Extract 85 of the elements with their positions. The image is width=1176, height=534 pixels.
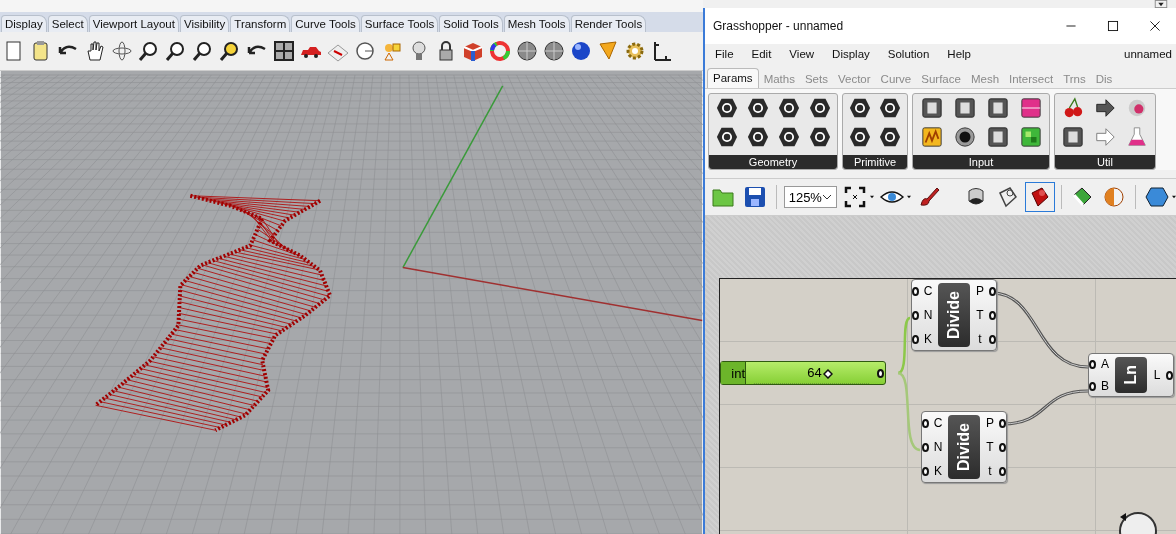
component-node[interactable]: A B Ln L <box>1088 353 1174 397</box>
component-name: Divide <box>938 283 970 347</box>
ribbon-tab[interactable]: Params <box>707 68 759 88</box>
window-title: Grasshopper - unnamed <box>712 19 845 33</box>
input-label: K <box>933 464 943 478</box>
arrow-outline-icon[interactable] <box>1094 125 1116 148</box>
input-label: C <box>922 284 934 298</box>
component-node[interactable]: C N K Divide P T t <box>911 279 997 351</box>
arrow-icon[interactable] <box>1094 97 1116 119</box>
knob-icon[interactable] <box>953 125 976 148</box>
sphere-icon[interactable] <box>569 39 593 63</box>
component-name: Ln <box>1115 357 1147 393</box>
chevron-icon[interactable] <box>821 194 832 200</box>
toolbar-tab[interactable]: Render Tools <box>570 15 647 32</box>
sphere-icon[interactable] <box>515 39 539 63</box>
output-label: T <box>975 308 985 322</box>
output-port[interactable] <box>877 368 884 378</box>
caret-icon[interactable] <box>869 195 874 199</box>
component-name: Divide <box>948 415 980 479</box>
circle-point-icon[interactable] <box>353 39 377 63</box>
menu-item[interactable]: Help <box>947 48 971 60</box>
menu-item[interactable]: Edit <box>751 48 772 60</box>
toolbar-tab[interactable]: Solid Tools <box>439 15 503 32</box>
input-port[interactable] <box>922 418 929 428</box>
output-port[interactable] <box>989 286 996 296</box>
swatch-icon[interactable] <box>1019 125 1042 148</box>
menu-item[interactable]: Solution <box>887 48 930 60</box>
number-slider[interactable]: int 64 <box>720 361 886 385</box>
toolbar-tab[interactable]: Visibility <box>179 15 230 32</box>
toolbar-tab[interactable]: Mesh Tools <box>503 15 570 32</box>
output-port[interactable] <box>999 418 1006 428</box>
solid-preview-icon[interactable] <box>1025 183 1054 211</box>
panel-label[interactable]: Geometry <box>709 155 837 169</box>
toolbar-tab[interactable]: Viewport Layout <box>88 15 179 32</box>
output-label: T <box>985 440 995 454</box>
output-port[interactable] <box>999 466 1006 476</box>
input-label: K <box>923 332 933 346</box>
input-label: B <box>1100 379 1110 393</box>
output-label: L <box>1152 368 1162 382</box>
output-port[interactable] <box>1166 370 1173 380</box>
output-port[interactable] <box>999 442 1006 452</box>
toolbar-tab[interactable]: Transform <box>230 15 291 32</box>
panel-label[interactable]: Input <box>913 155 1049 169</box>
orbit-icon[interactable] <box>110 39 134 63</box>
input-port[interactable] <box>912 334 919 344</box>
document-name: unnamed <box>1124 48 1172 60</box>
circle-hexagon-icon[interactable] <box>746 97 769 119</box>
toolbar-tab[interactable]: Display <box>1 15 47 32</box>
slider-grip[interactable] <box>822 369 833 379</box>
output-label: P <box>985 416 995 430</box>
input-port[interactable] <box>922 466 929 476</box>
component-node[interactable]: C N K Divide P T t <box>921 411 1007 483</box>
input-port[interactable] <box>1089 359 1096 369</box>
input-label: N <box>932 440 944 454</box>
toolbar-tab[interactable]: Curve Tools <box>291 15 360 32</box>
cherry-icon[interactable] <box>1062 97 1084 119</box>
panel-label[interactable]: Util <box>1055 155 1155 169</box>
output-label: P <box>975 284 985 298</box>
sphere-icon[interactable] <box>542 39 566 63</box>
graph-icon[interactable] <box>920 125 943 148</box>
zoom-dropdown[interactable]: 125% <box>783 186 837 208</box>
node-canvas[interactable]: int 64 C N K Divide P T t C N K Divide P T t A B Ln L <box>719 278 1176 534</box>
menu-item[interactable]: View <box>789 48 815 60</box>
panel-label[interactable]: Primitive <box>843 155 907 169</box>
input-port[interactable] <box>922 442 929 452</box>
flask-icon[interactable] <box>1126 125 1148 148</box>
caret-icon[interactable] <box>906 195 911 199</box>
input-label: A <box>1100 357 1110 371</box>
input-label: N <box>922 308 934 322</box>
input-port[interactable] <box>912 286 919 296</box>
four-viewports-icon[interactable] <box>272 39 296 63</box>
output-port[interactable] <box>989 310 996 320</box>
color-wheel-icon[interactable] <box>488 39 512 63</box>
toolbar-tab[interactable]: Surface Tools <box>360 15 439 32</box>
output-port[interactable] <box>989 334 996 344</box>
input-port[interactable] <box>1089 381 1096 391</box>
input-label: C <box>932 416 944 430</box>
gradient-icon[interactable] <box>1019 97 1042 119</box>
input-port[interactable] <box>912 310 919 320</box>
menu-item[interactable]: File <box>715 48 734 60</box>
output-label: t <box>987 464 993 478</box>
toolbar-tab[interactable]: Select <box>47 15 88 32</box>
output-label: t <box>977 332 983 346</box>
caret-icon[interactable] <box>1172 195 1176 199</box>
menu-item[interactable]: Display <box>832 48 870 60</box>
